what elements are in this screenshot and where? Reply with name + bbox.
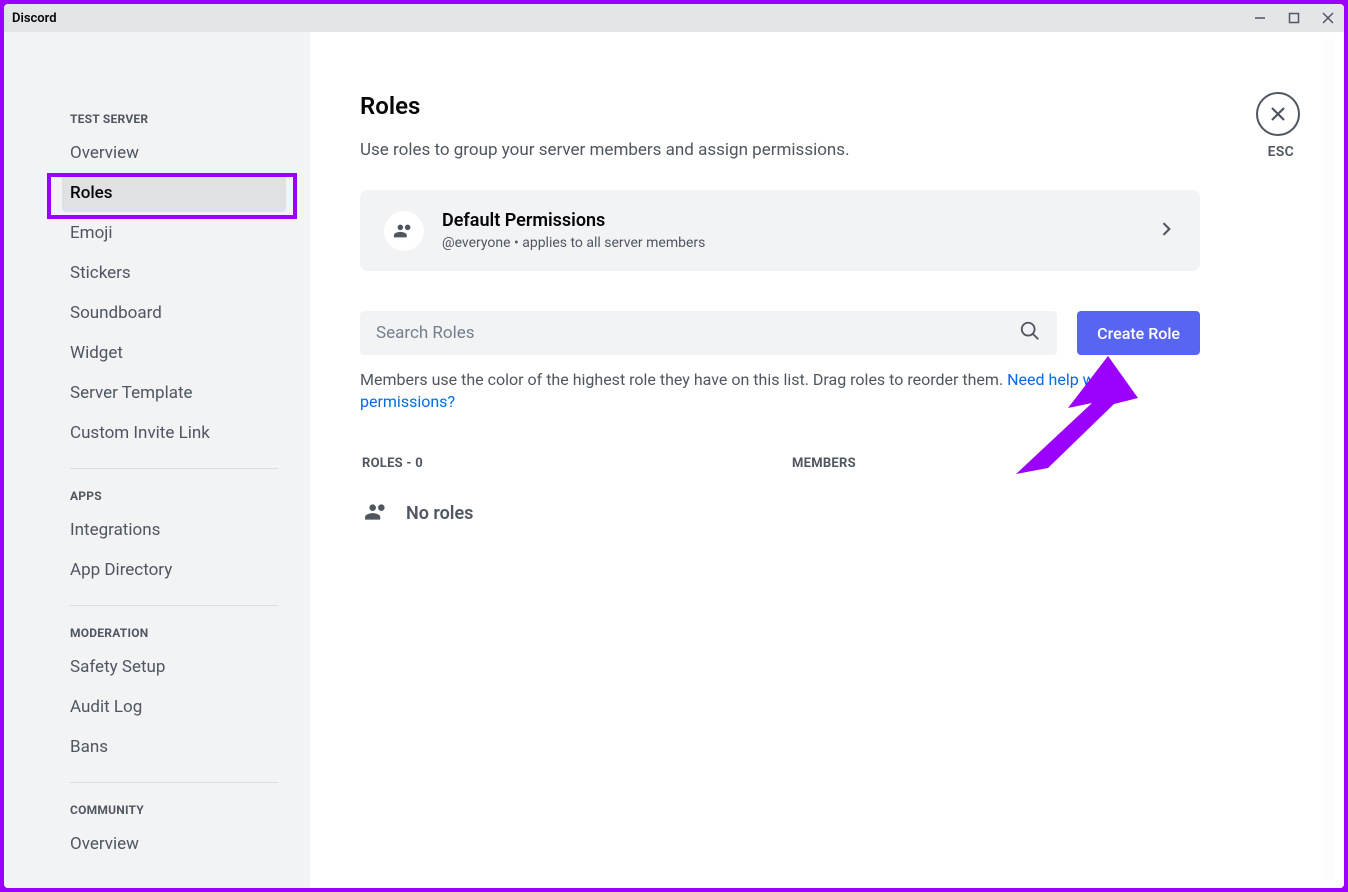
sidebar-item-overview[interactable]: Overview [62, 134, 286, 172]
sidebar-item-bans[interactable]: Bans [62, 728, 286, 766]
app-window: Discord TEST SERVEROverviewRolesEmojiSti… [4, 4, 1344, 888]
sidebar-item-stickers[interactable]: Stickers [62, 254, 286, 292]
sidebar-item-emoji[interactable]: Emoji [62, 214, 286, 252]
roles-column-header: ROLES - 0 [362, 456, 792, 471]
minimize-button[interactable] [1252, 10, 1268, 26]
card-title: Default Permissions [442, 210, 1138, 231]
sidebar-item-server-template[interactable]: Server Template [62, 374, 286, 412]
search-row: Create Role [360, 311, 1200, 355]
default-permissions-card[interactable]: Default Permissions @everyone • applies … [360, 190, 1200, 271]
sidebar-item-widget[interactable]: Widget [62, 334, 286, 372]
no-roles-label: No roles [406, 503, 473, 524]
create-role-button[interactable]: Create Role [1077, 311, 1200, 355]
sidebar-section-header: TEST SERVER [70, 112, 286, 126]
card-subtitle: @everyone • applies to all server member… [442, 235, 1138, 251]
sidebar-item-soundboard[interactable]: Soundboard [62, 294, 286, 332]
roles-help-text: Members use the color of the highest rol… [360, 369, 1200, 414]
sidebar-section-header: COMMUNITY [70, 803, 286, 817]
card-body: Default Permissions @everyone • applies … [442, 210, 1138, 251]
search-input[interactable] [376, 323, 1019, 343]
page-title: Roles [360, 92, 1200, 120]
settings-sidebar: TEST SERVEROverviewRolesEmojiStickersSou… [4, 32, 310, 888]
search-box[interactable] [360, 311, 1057, 355]
sidebar-divider [70, 468, 278, 469]
esc-label: ESC [1268, 144, 1294, 160]
close-icon [1268, 104, 1288, 124]
sidebar-divider [70, 782, 278, 783]
content-area: TEST SERVEROverviewRolesEmojiStickersSou… [4, 32, 1344, 888]
roles-table-header: ROLES - 0 MEMBERS [360, 456, 1200, 471]
sidebar-item-custom-invite-link[interactable]: Custom Invite Link [62, 414, 286, 452]
sidebar-item-roles[interactable]: Roles [62, 174, 286, 212]
sidebar-section-header: MODERATION [70, 626, 286, 640]
sidebar-item-overview[interactable]: Overview [62, 825, 286, 863]
no-roles-row: No roles [360, 499, 1200, 529]
close-settings-button[interactable] [1256, 92, 1300, 136]
sidebar-item-app-directory[interactable]: App Directory [62, 551, 286, 589]
sidebar-item-integrations[interactable]: Integrations [62, 511, 286, 549]
titlebar: Discord [4, 4, 1344, 32]
person-circle-icon [384, 211, 424, 251]
sidebar-item-safety-setup[interactable]: Safety Setup [62, 648, 286, 686]
search-icon [1019, 320, 1041, 346]
scrollbar[interactable] [1324, 38, 1334, 882]
window-controls [1252, 10, 1336, 26]
close-window-button[interactable] [1320, 10, 1336, 26]
sidebar-item-audit-log[interactable]: Audit Log [62, 688, 286, 726]
chevron-right-icon [1156, 219, 1176, 243]
app-name: Discord [12, 11, 57, 26]
people-icon [364, 499, 390, 529]
members-column-header: MEMBERS [792, 456, 856, 471]
page-subtitle: Use roles to group your server members a… [360, 140, 1200, 160]
sidebar-section-header: APPS [70, 489, 286, 503]
help-text-body: Members use the color of the highest rol… [360, 370, 1007, 389]
main-panel: ESC Roles Use roles to group your server… [310, 32, 1344, 888]
sidebar-divider [70, 605, 278, 606]
maximize-button[interactable] [1286, 10, 1302, 26]
